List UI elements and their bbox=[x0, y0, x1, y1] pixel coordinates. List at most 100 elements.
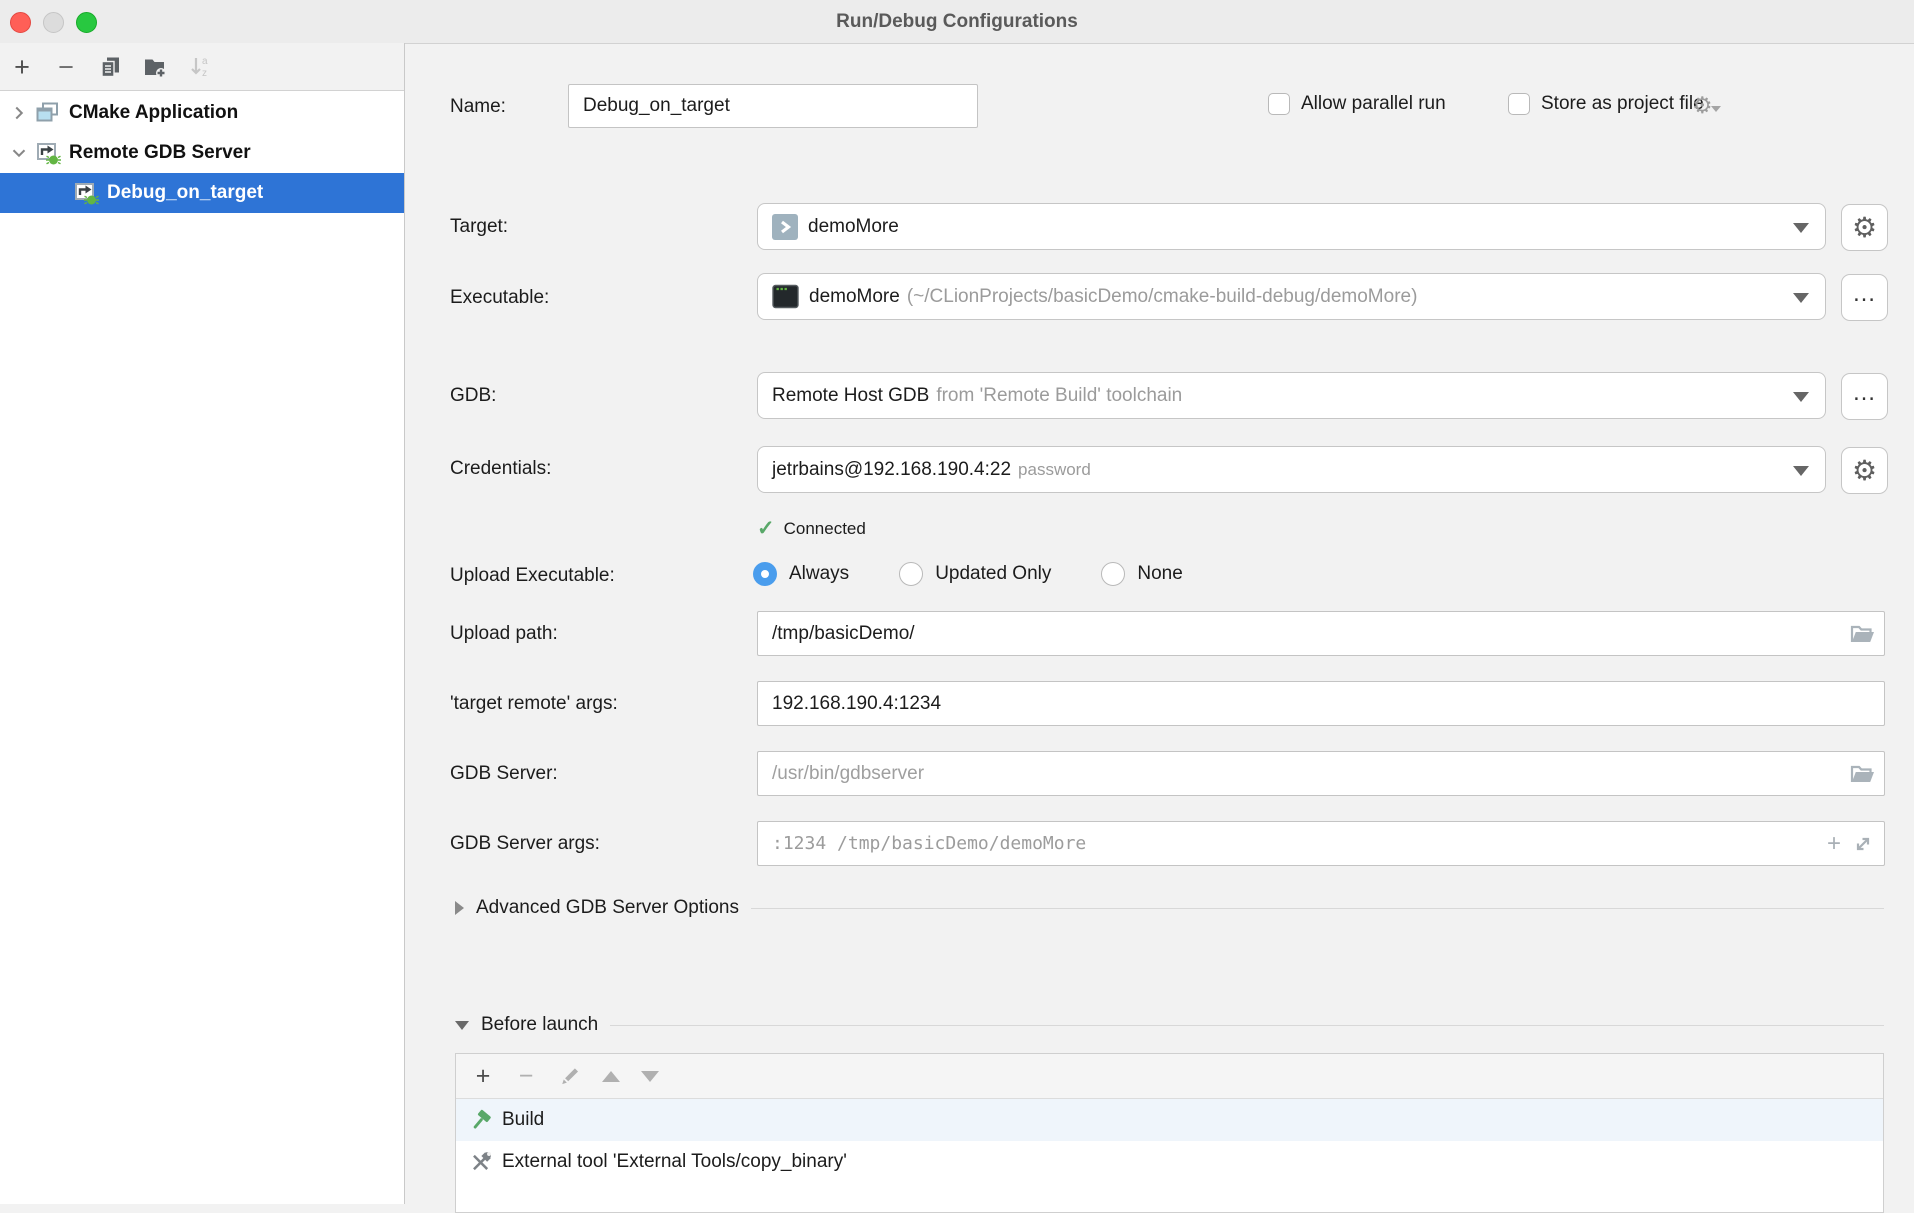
gdb-server-args-input[interactable] bbox=[757, 821, 1885, 866]
radio-updated-only[interactable] bbox=[899, 562, 923, 586]
move-up-icon bbox=[602, 1071, 620, 1082]
gdb-server-label: GDB Server: bbox=[450, 763, 558, 785]
upload-path-label: Upload path: bbox=[450, 623, 558, 645]
target-label: Target: bbox=[450, 216, 508, 238]
advanced-gdb-server-options-section[interactable]: Advanced GDB Server Options bbox=[455, 895, 1884, 921]
add-macro-icon[interactable]: + bbox=[1827, 834, 1841, 854]
tree-item-cmake-application[interactable]: CMake Application bbox=[0, 93, 404, 133]
dropdown-caret-icon bbox=[1793, 223, 1809, 233]
target-remote-args-input[interactable] bbox=[757, 681, 1885, 726]
svg-text:a: a bbox=[202, 56, 208, 67]
target-settings-button[interactable]: ⚙ bbox=[1841, 204, 1888, 251]
target-remote-args-label: 'target remote' args: bbox=[450, 693, 618, 715]
tree-item-label: Remote GDB Server bbox=[69, 142, 251, 164]
gdb-toolchain-note: from 'Remote Build' toolchain bbox=[936, 385, 1182, 407]
credentials-settings-button[interactable]: ⚙ bbox=[1841, 447, 1888, 494]
credentials-value: jetrbains@192.168.190.4:22 bbox=[772, 459, 1011, 481]
remove-configuration-icon[interactable]: − bbox=[54, 56, 78, 78]
add-configuration-icon[interactable]: + bbox=[10, 56, 34, 78]
before-launch-task-build[interactable]: Build bbox=[456, 1099, 1883, 1141]
store-as-project-file-label: Store as project file bbox=[1541, 93, 1704, 115]
before-launch-task-external-tool[interactable]: External tool 'External Tools/copy_binar… bbox=[456, 1141, 1883, 1183]
credentials-select[interactable]: jetrbains@192.168.190.4:22 password bbox=[757, 446, 1826, 493]
allow-parallel-run-option: Allow parallel run bbox=[1268, 93, 1446, 115]
expand-field-icon[interactable] bbox=[1851, 832, 1875, 856]
window-title: Run/Debug Configurations bbox=[0, 0, 1914, 43]
configurations-sidebar: + − a z bbox=[0, 43, 405, 1204]
allow-parallel-run-label: Allow parallel run bbox=[1301, 93, 1446, 115]
radio-always-label: Always bbox=[789, 563, 849, 585]
new-folder-icon[interactable] bbox=[142, 54, 167, 79]
executable-select[interactable]: demoMore (~/CLionProjects/basicDemo/cmak… bbox=[757, 273, 1826, 320]
task-label: Build bbox=[502, 1109, 544, 1131]
remote-gdb-server-icon bbox=[34, 140, 61, 167]
external-tool-icon bbox=[468, 1150, 493, 1175]
tree-item-label: Debug_on_target bbox=[107, 182, 263, 204]
advanced-section-label: Advanced GDB Server Options bbox=[476, 897, 739, 919]
expanded-arrow-icon[interactable] bbox=[455, 1021, 469, 1030]
chevron-down-icon bbox=[1711, 106, 1721, 112]
store-as-project-file-checkbox[interactable] bbox=[1508, 93, 1530, 115]
collapsed-arrow-icon[interactable] bbox=[455, 901, 464, 915]
run-debug-configurations-dialog: { "window": { "title": "Run/Debug Config… bbox=[0, 0, 1914, 1204]
check-icon: ✓ bbox=[757, 516, 775, 541]
radio-none-label: None bbox=[1137, 563, 1182, 585]
gear-icon: ⚙ bbox=[1692, 94, 1713, 117]
executable-label: Executable: bbox=[450, 287, 549, 309]
name-label: Name: bbox=[450, 96, 506, 118]
browse-folder-icon[interactable] bbox=[1849, 623, 1875, 645]
dropdown-caret-icon bbox=[1793, 466, 1809, 476]
radio-none[interactable] bbox=[1101, 562, 1125, 586]
copy-configuration-icon[interactable] bbox=[98, 55, 122, 79]
cmake-application-icon bbox=[34, 100, 61, 127]
add-task-icon[interactable]: + bbox=[472, 1065, 494, 1087]
remove-task-icon: − bbox=[515, 1065, 537, 1087]
gdb-value: Remote Host GDB bbox=[772, 385, 929, 407]
store-as-project-file-option: Store as project file bbox=[1508, 93, 1704, 115]
gear-icon: ⚙ bbox=[1852, 214, 1877, 242]
target-value: demoMore bbox=[808, 216, 899, 238]
sort-configurations-icon: a z bbox=[187, 54, 212, 79]
gdb-server-input[interactable] bbox=[757, 751, 1885, 796]
ellipsis-icon: … bbox=[1852, 282, 1877, 306]
title-bar: Run/Debug Configurations bbox=[0, 0, 1914, 44]
sidebar-toolbar: + − a z bbox=[0, 43, 404, 91]
remote-gdb-config-icon bbox=[72, 180, 99, 207]
gdb-select[interactable]: Remote Host GDB from 'Remote Build' tool… bbox=[757, 372, 1826, 419]
configuration-tree: CMake Application Remote GDB Server bbox=[0, 93, 404, 213]
executable-value: demoMore bbox=[809, 286, 900, 308]
gdb-browse-button[interactable]: … bbox=[1841, 373, 1888, 420]
upload-executable-radio-group: Always Updated Only None bbox=[753, 562, 1183, 586]
browse-folder-icon[interactable] bbox=[1849, 763, 1875, 785]
before-launch-panel: + − Build bbox=[455, 1053, 1884, 1213]
svg-text:z: z bbox=[202, 68, 207, 79]
before-launch-section[interactable]: Before launch bbox=[455, 1012, 1884, 1038]
tree-item-label: CMake Application bbox=[69, 102, 238, 124]
gear-icon: ⚙ bbox=[1852, 457, 1877, 485]
dropdown-caret-icon bbox=[1793, 293, 1809, 303]
upload-path-input[interactable] bbox=[757, 611, 1885, 656]
move-down-icon bbox=[641, 1071, 659, 1082]
before-launch-toolbar: + − bbox=[456, 1054, 1883, 1099]
gdb-label: GDB: bbox=[450, 385, 496, 407]
ellipsis-icon: … bbox=[1852, 381, 1877, 405]
store-options-button[interactable]: ⚙ bbox=[1692, 94, 1721, 117]
connection-status: ✓ Connected bbox=[757, 516, 866, 541]
build-target-icon bbox=[772, 214, 798, 240]
radio-updated-only-label: Updated Only bbox=[935, 563, 1051, 585]
chevron-down-icon[interactable] bbox=[8, 142, 30, 164]
build-hammer-icon bbox=[468, 1108, 493, 1133]
executable-binary-icon bbox=[772, 283, 799, 310]
radio-always[interactable] bbox=[753, 562, 777, 586]
target-select[interactable]: demoMore bbox=[757, 203, 1826, 250]
credentials-label: Credentials: bbox=[450, 458, 551, 480]
tree-item-debug-on-target[interactable]: Debug_on_target bbox=[0, 173, 404, 213]
tree-item-remote-gdb-server[interactable]: Remote GDB Server bbox=[0, 133, 404, 173]
executable-path: (~/CLionProjects/basicDemo/cmake-build-d… bbox=[907, 286, 1418, 308]
dropdown-caret-icon bbox=[1793, 392, 1809, 402]
chevron-right-icon[interactable] bbox=[8, 102, 30, 124]
executable-browse-button[interactable]: … bbox=[1841, 274, 1888, 321]
allow-parallel-run-checkbox[interactable] bbox=[1268, 93, 1290, 115]
name-input[interactable] bbox=[568, 84, 978, 128]
section-divider bbox=[610, 1025, 1884, 1026]
